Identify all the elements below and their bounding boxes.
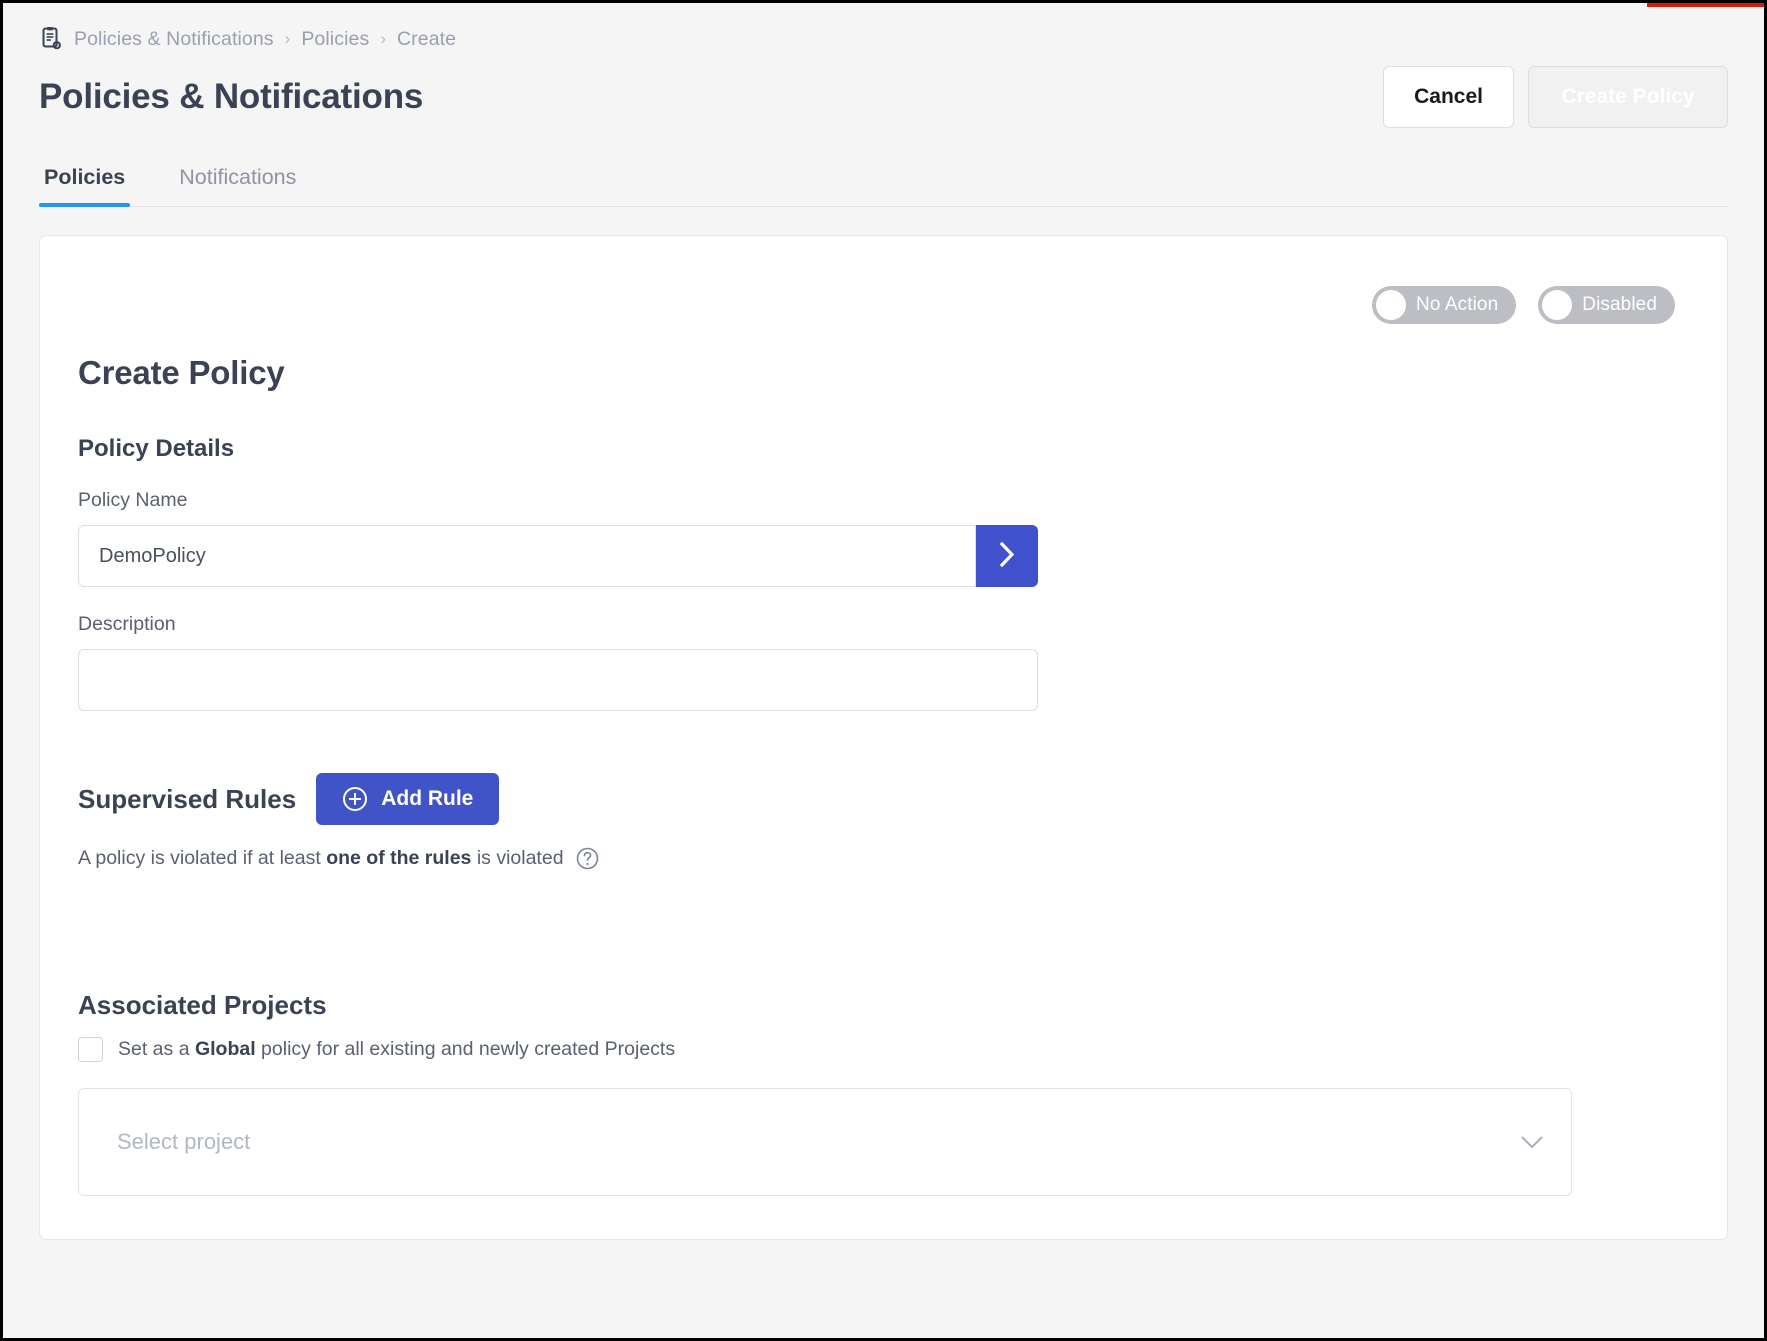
project-select-placeholder: Select project <box>117 1129 251 1154</box>
global-policy-checkbox-row: Set as a Global policy for all existing … <box>78 1037 1689 1062</box>
toggle-no-action[interactable]: No Action <box>1372 286 1517 324</box>
create-policy-button[interactable]: Create Policy <box>1528 66 1728 128</box>
policy-document-gear-icon <box>39 26 65 52</box>
tab-bar: Policies Notifications <box>39 141 1728 207</box>
global-label-suffix: policy for all existing and newly create… <box>255 1038 676 1060</box>
add-rule-label: Add Rule <box>381 787 474 810</box>
toggle-no-action-label: No Action <box>1416 294 1499 315</box>
cancel-button[interactable]: Cancel <box>1383 66 1514 128</box>
question-mark-circle-icon[interactable] <box>576 847 599 870</box>
breadcrumb-separator: › <box>380 29 386 48</box>
global-label-bold: Global <box>194 1038 256 1060</box>
tab-notifications[interactable]: Notifications <box>174 165 301 206</box>
breadcrumb-item-0[interactable]: Policies & Notifications <box>74 28 274 51</box>
rules-note-suffix: is violated <box>471 847 564 869</box>
toggle-disabled[interactable]: Disabled <box>1538 286 1675 324</box>
create-policy-card: No Action Disabled Create Policy Policy … <box>39 235 1728 1240</box>
description-label: Description <box>78 613 176 635</box>
card-title: Create Policy <box>78 354 285 391</box>
page-container: Policies & Notifications › Policies › Cr… <box>3 3 1764 1338</box>
card-toggles: No Action Disabled <box>78 270 1689 324</box>
breadcrumb-item-1[interactable]: Policies <box>301 28 369 51</box>
policy-details-heading: Policy Details <box>78 435 235 462</box>
supervised-rules-heading: Supervised Rules <box>78 783 297 814</box>
header-actions: Cancel Create Policy <box>1383 66 1728 128</box>
add-rule-button[interactable]: Add Rule <box>316 773 500 825</box>
page-title: Policies & Notifications <box>39 77 424 116</box>
rules-note-bold: one of the rules <box>326 847 472 869</box>
page-header: Policies & Notifications Cancel Create P… <box>39 53 1728 141</box>
policy-name-row <box>78 525 1038 587</box>
chevron-down-icon <box>1519 1134 1545 1150</box>
chevron-right-icon <box>999 541 1016 571</box>
toggle-disabled-label: Disabled <box>1582 294 1657 315</box>
policy-name-submit-button[interactable] <box>976 525 1038 587</box>
rules-note-prefix: A policy is violated if at least <box>78 847 327 869</box>
breadcrumb-separator: › <box>284 29 291 48</box>
associated-projects-heading: Associated Projects <box>78 990 327 1020</box>
plus-circle-icon <box>342 786 368 812</box>
breadcrumb-item-2[interactable]: Create <box>397 28 456 51</box>
policy-name-label: Policy Name <box>78 489 188 511</box>
supervised-rules-header: Supervised Rules Add Rule <box>78 773 1689 825</box>
global-policy-checkbox[interactable] <box>78 1037 103 1062</box>
breadcrumb: Policies & Notifications › Policies › Cr… <box>39 3 1728 53</box>
global-policy-label: Set as a Global policy for all existing … <box>118 1038 675 1061</box>
red-top-marker <box>1647 3 1764 7</box>
description-input[interactable] <box>78 649 1038 711</box>
toggle-knob-icon <box>1542 290 1573 320</box>
supervised-rules-note: A policy is violated if at least one of … <box>78 847 1689 870</box>
project-select[interactable]: Select project <box>78 1088 1572 1196</box>
screenshot-frame: Policies & Notifications › Policies › Cr… <box>0 0 1767 1341</box>
toggle-knob-icon <box>1376 290 1407 320</box>
policy-name-input[interactable] <box>78 525 976 587</box>
tab-policies[interactable]: Policies <box>39 165 131 207</box>
global-label-prefix: Set as a <box>118 1038 195 1060</box>
